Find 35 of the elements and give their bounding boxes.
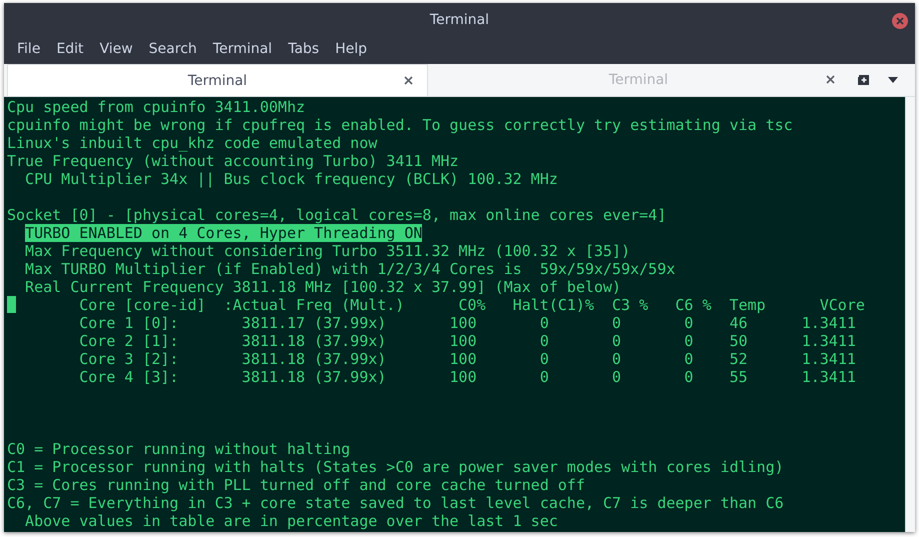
close-icon[interactable] xyxy=(404,76,413,85)
output-line: Linux's inbuilt cpu_khz code emulated now xyxy=(7,134,378,152)
close-icon[interactable] xyxy=(892,13,908,29)
output-line: Above values in table are in percentage over the last 1 sec xyxy=(24,512,558,530)
output-line: Core 4 [3]: 3811.18 (37.99x) 100 0 0 0 55 1.3411 xyxy=(78,368,856,386)
output-line: C6, C7 = Everything in C3 + core state saved to last level cache, C7 is deeper than C6 xyxy=(7,494,784,512)
output-line: Core 1 [0]: 3811.17 (37.99x) 100 0 0 0 46 1.3411 xyxy=(78,314,856,332)
output-line: Max Frequency without considering Turbo 3511.32 MHz (100.32 x [35]) xyxy=(24,242,630,260)
output-line: Core 2 [1]: 3811.18 (37.99x) 100 0 0 0 50 1.3411 xyxy=(78,332,856,350)
output-line: C1 = Processor running with halts (States >C0 are power saver modes with cores idling) xyxy=(7,458,784,476)
menu-item[interactable]: Tabs xyxy=(280,41,328,57)
menu-item[interactable]: Edit xyxy=(48,41,92,57)
output-line: Core [core-id] :Actual Freq (Mult.) C0% Halt(C1)% C3 % C6 % Temp VCore xyxy=(78,296,865,314)
output-line: Core 3 [2]: 3811.18 (37.99x) 100 0 0 0 52 1.3411 xyxy=(78,350,856,368)
output-line: True Frequency (without accounting Turbo) 3411 MHz xyxy=(7,152,459,170)
window-title: Terminal xyxy=(430,12,490,28)
close-icon[interactable] xyxy=(826,75,835,84)
output-line: C3 = Cores running with PLL turned off and core cache turned off xyxy=(7,476,585,494)
menu-item[interactable]: View xyxy=(92,41,141,57)
menu-item[interactable]: Search xyxy=(140,41,205,57)
new-tab-icon[interactable] xyxy=(857,74,871,86)
tab[interactable]: Terminal xyxy=(7,64,428,96)
output-line: Cpu speed from cpuinfo 3411.00Mhz xyxy=(7,98,306,116)
output-line: CPU Multiplier 34x || Bus clock frequency (BCLK) 100.32 MHz xyxy=(24,170,558,188)
output-line: Real Current Frequency 3811.18 MHz [100.32 x 37.99] (Max of below) xyxy=(24,278,622,296)
scrollbar[interactable] xyxy=(905,97,915,532)
menu-item[interactable]: Help xyxy=(327,41,375,57)
menu-item[interactable]: Terminal xyxy=(204,41,280,57)
output-line: Socket [0] - [physical cores=4, logical cores=8, max online cores ever=4] xyxy=(7,206,666,224)
output-line: C0 = Processor running without halting xyxy=(7,440,350,458)
caret-icon[interactable] xyxy=(888,77,898,83)
output-line: cpuinfo might be wrong if cpufreq is enabled. To guess correctly try estimating via tsc xyxy=(7,116,793,134)
output-line: Max TURBO Multiplier (if Enabled) with 1/2/3/4 Cores is 59x/59x/59x/59x xyxy=(24,260,676,278)
menu-item[interactable]: File xyxy=(9,41,48,57)
cursor xyxy=(7,296,16,313)
